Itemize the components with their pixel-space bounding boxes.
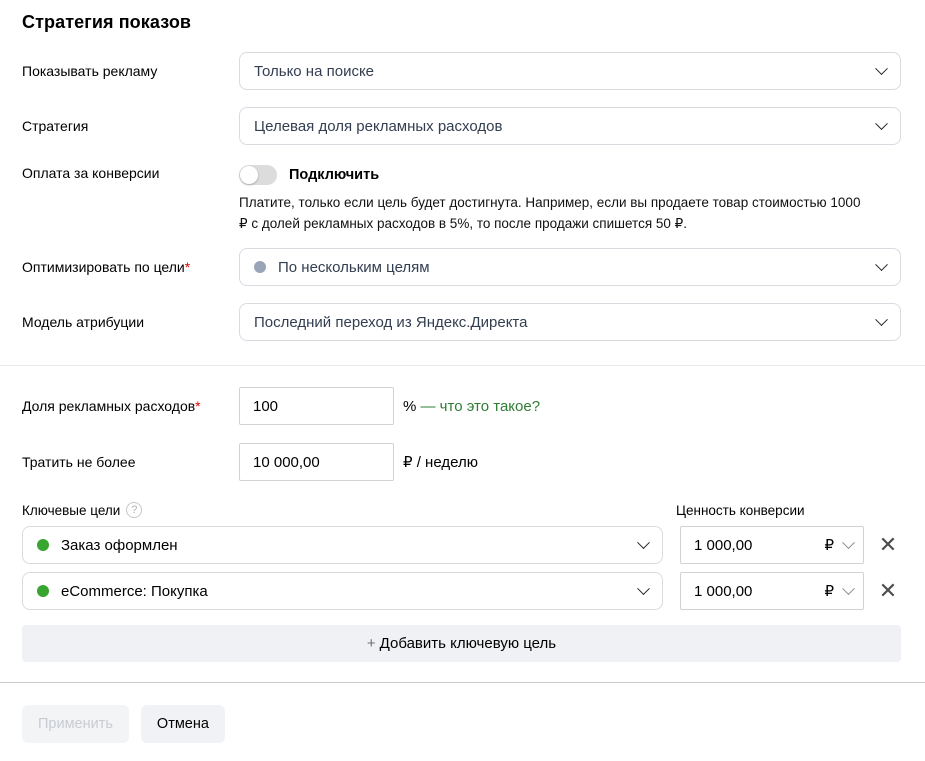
- goal-row: eCommerce: Покупка 1 000,00 ₽ ✕: [0, 572, 925, 610]
- weekly-limit-label: Тратить не более: [22, 454, 239, 470]
- remove-goal-button[interactable]: ✕: [875, 532, 901, 558]
- chevron-down-icon: [842, 582, 855, 595]
- optimize-goal-value: По нескольким целям: [278, 259, 877, 276]
- chevron-down-icon: [637, 582, 650, 595]
- conversion-value: 1 000,00: [694, 537, 824, 554]
- strategy-label: Стратегия: [22, 118, 239, 134]
- add-key-goal-button[interactable]: +Добавить ключевую цель: [22, 625, 901, 662]
- cost-share-unit: % — что это такое?: [403, 398, 540, 415]
- weekly-limit-input[interactable]: [239, 443, 394, 481]
- attribution-select[interactable]: Последний переход из Яндекс.Директа: [239, 303, 901, 341]
- strategy-settings-panel: Стратегия показов Показывать рекламу Тол…: [0, 0, 925, 761]
- weekly-limit-unit: ₽ / неделю: [403, 453, 478, 471]
- strategy-select[interactable]: Целевая доля рекламных расходов: [239, 107, 901, 145]
- remove-goal-button[interactable]: ✕: [875, 578, 901, 604]
- optimize-goal-select[interactable]: По нескольким целям: [239, 248, 901, 286]
- goal-name: Заказ оформлен: [61, 537, 639, 554]
- row-show-ads: Показывать рекламу Только на поиске: [0, 52, 925, 90]
- page-title: Стратегия показов: [0, 0, 925, 33]
- attribution-label: Модель атрибуции: [22, 314, 239, 330]
- goal-select-2[interactable]: eCommerce: Покупка: [22, 572, 663, 610]
- optimize-goal-label: Оптимизировать по цели*: [22, 259, 239, 275]
- help-question-icon[interactable]: ?: [126, 502, 142, 518]
- multi-goal-dot-icon: [254, 261, 266, 273]
- conversion-value-field-1[interactable]: 1 000,00 ₽: [680, 526, 864, 564]
- pay-per-conversion-label: Оплата за конверсии: [22, 162, 239, 181]
- row-pay-per-conversion: Оплата за конверсии Подключить Платите, …: [0, 162, 925, 234]
- conversion-value: 1 000,00: [694, 583, 824, 600]
- toggle-label: Подключить: [289, 167, 379, 183]
- what-is-it-link[interactable]: — что это такое?: [421, 398, 541, 415]
- row-weekly-limit: Тратить не более ₽ / неделю: [0, 443, 925, 481]
- conversion-value-header: Ценность конверсии: [676, 503, 901, 518]
- pay-per-conversion-description: Платите, только если цель будет достигну…: [239, 192, 867, 234]
- chevron-down-icon: [875, 117, 888, 130]
- chevron-down-icon: [842, 536, 855, 549]
- row-strategy: Стратегия Целевая доля рекламных расходо…: [0, 107, 925, 145]
- show-ads-select[interactable]: Только на поиске: [239, 52, 901, 90]
- show-ads-value: Только на поиске: [254, 63, 877, 80]
- footer-actions: Применить Отмена: [0, 683, 925, 743]
- row-cost-share: Доля рекламных расходов* % — что это так…: [0, 387, 925, 425]
- goal-name: eCommerce: Покупка: [61, 583, 639, 600]
- pay-per-conversion-toggle[interactable]: [239, 165, 277, 185]
- toggle-knob: [240, 166, 258, 184]
- goal-status-dot-icon: [37, 585, 49, 597]
- key-goals-label: Ключевые цели ?: [22, 502, 142, 518]
- goal-select-1[interactable]: Заказ оформлен: [22, 526, 663, 564]
- required-asterisk: *: [185, 259, 190, 275]
- section-divider: [0, 365, 925, 366]
- goal-row: Заказ оформлен 1 000,00 ₽ ✕: [0, 526, 925, 564]
- chevron-down-icon: [875, 313, 888, 326]
- attribution-value: Последний переход из Яндекс.Директа: [254, 314, 877, 331]
- apply-button[interactable]: Применить: [22, 705, 129, 743]
- strategy-value: Целевая доля рекламных расходов: [254, 118, 877, 135]
- plus-icon: +: [367, 635, 376, 652]
- goal-status-dot-icon: [37, 539, 49, 551]
- key-goals-section: Ключевые цели ? Ценность конверсии Заказ…: [0, 502, 925, 662]
- conversion-value-field-2[interactable]: 1 000,00 ₽: [680, 572, 864, 610]
- currency-label: ₽: [824, 582, 834, 600]
- currency-label: ₽: [824, 536, 834, 554]
- cancel-button[interactable]: Отмена: [141, 705, 225, 743]
- chevron-down-icon: [875, 258, 888, 271]
- chevron-down-icon: [875, 62, 888, 75]
- row-attribution: Модель атрибуции Последний переход из Ян…: [0, 303, 925, 341]
- row-optimize-goal: Оптимизировать по цели* По нескольким це…: [0, 248, 925, 286]
- chevron-down-icon: [637, 536, 650, 549]
- required-asterisk: *: [195, 398, 200, 414]
- show-ads-label: Показывать рекламу: [22, 63, 239, 79]
- cost-share-label: Доля рекламных расходов*: [22, 398, 239, 414]
- cost-share-input[interactable]: [239, 387, 394, 425]
